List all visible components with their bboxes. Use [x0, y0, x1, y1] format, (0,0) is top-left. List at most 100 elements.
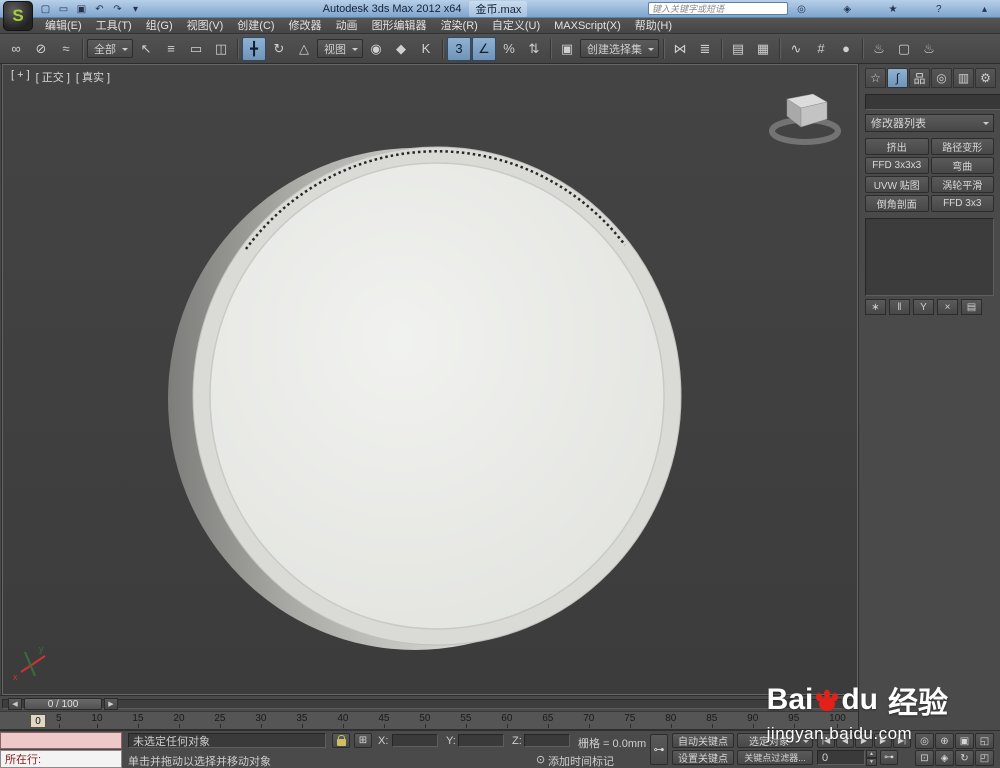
zoom-region-icon[interactable]: ⊡ [915, 750, 934, 766]
align-icon[interactable]: ≣ [693, 37, 717, 61]
snap-toggle-3d-icon[interactable]: 3 [447, 37, 471, 61]
infocenter-collapse-icon[interactable]: ▴ [977, 2, 992, 16]
redo-icon[interactable]: ↷ [110, 2, 125, 16]
bind-to-space-warp-icon[interactable]: ≈ [54, 37, 78, 61]
use-pivot-center-icon[interactable]: ◉ [364, 37, 388, 61]
y-coord-field[interactable] [458, 734, 504, 747]
window-crossing-icon[interactable]: ◫ [209, 37, 233, 61]
open-file-icon[interactable]: ▭ [56, 2, 71, 16]
menu-item[interactable]: 修改器 [282, 18, 329, 34]
spinner-down-icon[interactable]: ▼ [866, 758, 877, 766]
undo-icon[interactable]: ↶ [92, 2, 107, 16]
render-production-icon[interactable]: ♨ [917, 37, 941, 61]
zoom-extents-icon[interactable]: ▣ [955, 733, 974, 749]
go-to-start-button[interactable]: |◀ [817, 733, 835, 748]
viewcube[interactable] [765, 85, 845, 147]
select-and-link-icon[interactable]: ∞ [4, 37, 28, 61]
edit-named-selection-sets-icon[interactable]: ▣ [555, 37, 579, 61]
viewport-pov-menu[interactable]: [ 正交 ] [36, 69, 70, 85]
menu-item[interactable]: 创建(C) [230, 18, 281, 34]
selection-filter-dropdown[interactable]: 全部 [87, 39, 133, 58]
pin-stack-icon[interactable]: ∗ [865, 299, 886, 315]
percent-snap-icon[interactable]: % [497, 37, 521, 61]
tab-motion[interactable]: ◎ [931, 68, 952, 88]
modifier-button[interactable]: 倒角剖面 [865, 195, 929, 212]
unlink-selection-icon[interactable]: ⊘ [29, 37, 53, 61]
modifier-button[interactable]: 涡轮平滑 [931, 176, 995, 193]
orbit-icon[interactable]: ↻ [955, 750, 974, 766]
frame-spinner[interactable]: ▲ ▼ [866, 750, 877, 765]
modifier-button[interactable]: FFD 3x3 [931, 195, 995, 212]
z-coord-field[interactable] [524, 734, 570, 747]
menu-item[interactable]: 渲染(R) [434, 18, 485, 34]
material-editor-icon[interactable]: ● [834, 37, 858, 61]
configure-modifier-sets-icon[interactable]: ▤ [961, 299, 982, 315]
favorites-icon[interactable]: ★ [886, 2, 901, 16]
layer-manager-icon[interactable]: ▤ [726, 37, 750, 61]
menu-item[interactable]: 帮助(H) [628, 18, 679, 34]
current-frame-field[interactable]: 0 [817, 750, 865, 765]
viewport-general-menu[interactable]: [ + ] [11, 69, 30, 85]
schematic-view-icon[interactable]: # [809, 37, 833, 61]
menu-item[interactable]: 编辑(E) [38, 18, 89, 34]
set-keys-button[interactable]: ⊶ [650, 734, 668, 765]
show-end-result-icon[interactable]: ‖ [889, 299, 910, 315]
macro-recorder-line[interactable] [0, 732, 122, 749]
zoom-all-icon[interactable]: ⊕ [935, 733, 954, 749]
menu-item[interactable]: 工具(T) [89, 18, 139, 34]
menu-item[interactable]: 视图(V) [180, 18, 231, 34]
add-time-tag-button[interactable]: 添加时间标记 [548, 753, 614, 768]
render-setup-icon[interactable]: ♨ [867, 37, 891, 61]
select-and-rotate-icon[interactable]: ↻ [267, 37, 291, 61]
viewport-shading-menu[interactable]: [ 真实 ] [76, 69, 110, 85]
remove-modifier-icon[interactable]: × [937, 299, 958, 315]
search-icon[interactable]: ◎ [794, 2, 809, 16]
menu-item[interactable]: 动画 [329, 18, 365, 34]
go-to-end-button[interactable]: ▶| [893, 733, 911, 748]
play-button[interactable]: ▶ [855, 733, 873, 748]
tab-display[interactable]: ▥ [953, 68, 974, 88]
select-and-move-icon[interactable]: ╋ [242, 37, 266, 61]
tab-create[interactable]: ☆ [865, 68, 886, 88]
communication-center-icon[interactable]: ◈ [840, 2, 855, 16]
key-filters-button[interactable]: 关键点过滤器... [737, 750, 813, 765]
menu-item[interactable]: 组(G) [139, 18, 180, 34]
time-slider-handle[interactable]: 0 / 100 [24, 698, 102, 710]
graphite-ribbon-icon[interactable]: ▦ [751, 37, 775, 61]
make-unique-icon[interactable]: Y [913, 299, 934, 315]
curve-editor-icon[interactable]: ∿ [784, 37, 808, 61]
modifier-button[interactable]: 弯曲 [931, 157, 995, 174]
menu-item[interactable]: MAXScript(X) [547, 18, 628, 34]
menu-item[interactable]: 自定义(U) [485, 18, 547, 34]
absolute-offset-toggle[interactable]: ⊞ [354, 733, 372, 748]
select-object-icon[interactable]: ↖ [134, 37, 158, 61]
time-slider-track[interactable] [2, 699, 856, 709]
modifier-button[interactable]: 挤出 [865, 138, 929, 155]
time-slider-next-button[interactable]: ▶ [104, 698, 118, 710]
key-mode-toggle[interactable]: ⊶ [880, 750, 898, 765]
tab-hierarchy[interactable]: 品 [909, 68, 930, 88]
application-menu-button[interactable]: S [3, 1, 33, 31]
selected-filter-dropdown[interactable]: 选定对象 [737, 733, 813, 748]
frame-marker[interactable]: 0 [30, 714, 46, 728]
select-and-manipulate-icon[interactable]: ◆ [389, 37, 413, 61]
modifier-button[interactable]: FFD 3x3x3 [865, 157, 929, 174]
previous-frame-button[interactable]: ◀ [836, 733, 854, 748]
time-slider-prev-button[interactable]: ◀ [8, 698, 22, 710]
infocenter-search-input[interactable] [648, 2, 788, 15]
track-bar[interactable]: 0 51015202530354045505560657075808590951… [0, 711, 858, 730]
set-key-button[interactable]: 设置关键点 [672, 750, 734, 765]
next-frame-button[interactable]: ▶ [874, 733, 892, 748]
tab-modify[interactable]: ∫ [887, 68, 908, 88]
zoom-extents-all-icon[interactable]: ◱ [975, 733, 994, 749]
new-scene-icon[interactable]: ▢ [38, 2, 53, 16]
project-dropdown-icon[interactable]: ▾ [128, 2, 143, 16]
object-name-field[interactable] [865, 94, 1000, 110]
keyboard-shortcut-override-icon[interactable]: K [414, 37, 438, 61]
coin-object[interactable] [3, 65, 859, 696]
rectangular-selection-region-icon[interactable]: ▭ [184, 37, 208, 61]
viewport-canvas[interactable]: [ + ] [ 正交 ] [ 真实 ] x [2, 64, 858, 695]
tab-utilities[interactable]: ⚙ [975, 68, 996, 88]
select-by-name-icon[interactable]: ≡ [159, 37, 183, 61]
mirror-icon[interactable]: ⋈ [668, 37, 692, 61]
